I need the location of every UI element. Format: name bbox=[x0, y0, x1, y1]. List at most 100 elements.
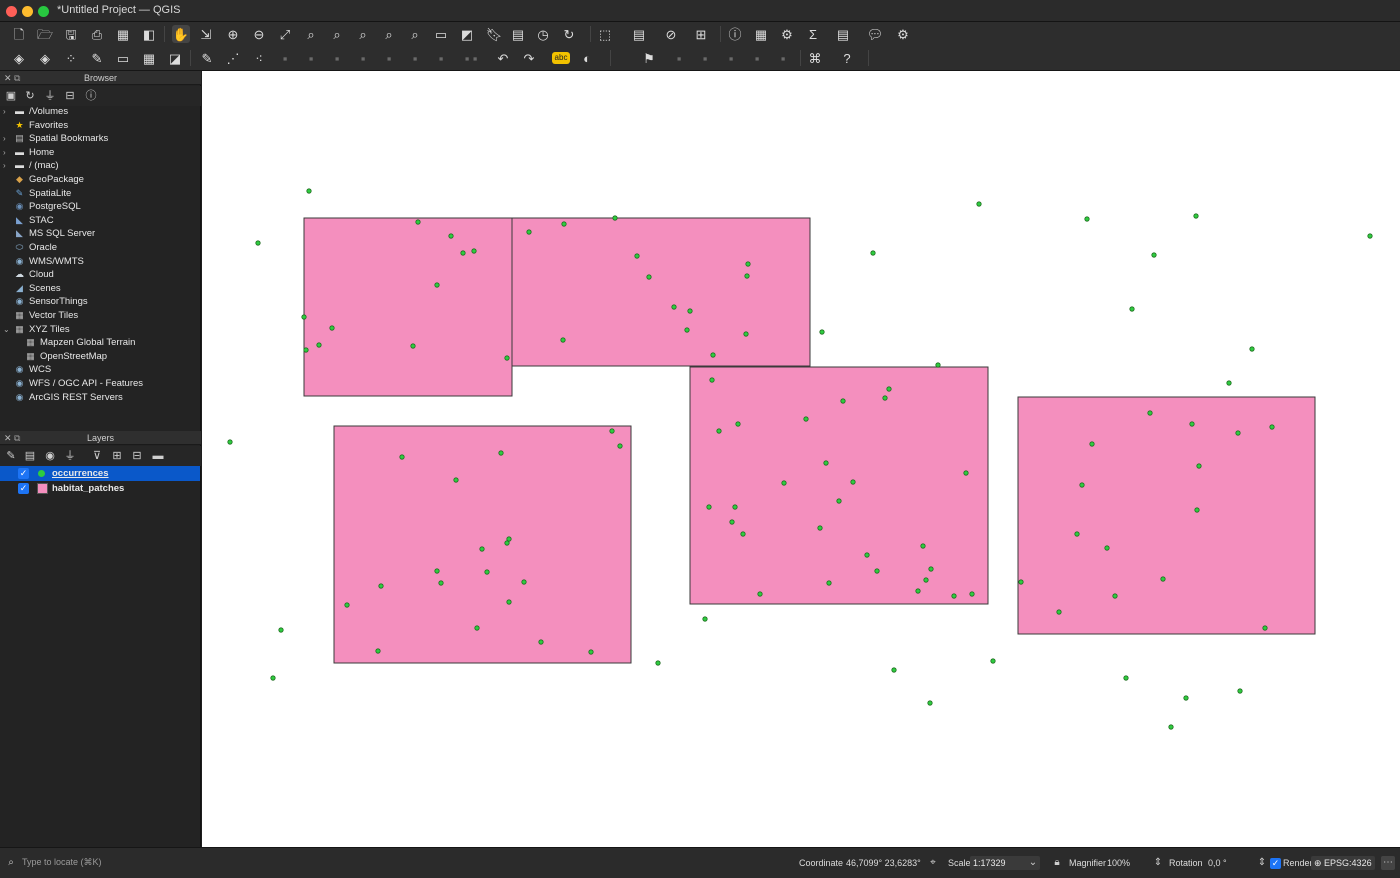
occurrence-point[interactable] bbox=[474, 625, 480, 631]
occurrence-point[interactable] bbox=[1183, 695, 1189, 701]
occurrence-point[interactable] bbox=[687, 308, 693, 314]
occurrence-point[interactable] bbox=[915, 588, 921, 594]
disabled-edit-tool-icon[interactable]: ▪ bbox=[380, 49, 398, 67]
occurrence-point[interactable] bbox=[399, 454, 405, 460]
lock-icon[interactable]: 🔒︎ bbox=[1050, 856, 1064, 870]
add-wms-icon[interactable]: ◪ bbox=[166, 49, 184, 67]
occurrence-point[interactable] bbox=[255, 240, 261, 246]
add-raster-icon[interactable]: ▦ bbox=[140, 49, 158, 67]
occurrence-point[interactable] bbox=[506, 599, 512, 605]
occurrence-point[interactable] bbox=[935, 362, 941, 368]
new-geopackage-layer-icon[interactable]: ◈ bbox=[36, 49, 54, 67]
habitat-patch-polygon[interactable] bbox=[303, 217, 513, 397]
occurrence-point[interactable] bbox=[1160, 576, 1166, 582]
occurrence-point[interactable] bbox=[521, 579, 527, 585]
identify-icon[interactable]: ⓘ bbox=[726, 25, 744, 43]
browser-item[interactable]: ◉ SensorThings bbox=[0, 295, 200, 309]
new-print-layout-icon[interactable]: ⎙ bbox=[88, 25, 106, 43]
occurrence-point[interactable] bbox=[270, 675, 276, 681]
occurrence-point[interactable] bbox=[803, 416, 809, 422]
occurrence-point[interactable] bbox=[1089, 441, 1095, 447]
occurrence-point[interactable] bbox=[870, 250, 876, 256]
occurrence-point[interactable] bbox=[1193, 213, 1199, 219]
browser-item[interactable]: ⌄ ▦ XYZ Tiles bbox=[0, 323, 200, 337]
disabled-edit-tool-icon[interactable]: ▪ bbox=[722, 49, 740, 67]
browser-item[interactable]: › ▬ /Volumes bbox=[0, 105, 200, 119]
browser-item[interactable]: ◣ STAC bbox=[0, 214, 200, 228]
occurrence-point[interactable] bbox=[874, 568, 880, 574]
rotation-value[interactable]: 0,0 ° bbox=[1208, 858, 1227, 868]
occurrence-point[interactable] bbox=[329, 325, 335, 331]
chevron-down-icon[interactable]: ⌄ bbox=[3, 323, 10, 337]
occurrence-point[interactable] bbox=[316, 342, 322, 348]
occurrence-point[interactable] bbox=[471, 248, 477, 254]
occurrence-point[interactable] bbox=[301, 314, 307, 320]
occurrence-point[interactable] bbox=[538, 639, 544, 645]
occurrence-point[interactable] bbox=[990, 658, 996, 664]
occurrence-point[interactable] bbox=[732, 504, 738, 510]
collapse-all-icon[interactable]: ⊟ bbox=[130, 449, 144, 463]
occurrence-point[interactable] bbox=[1147, 410, 1153, 416]
layout-manager-icon[interactable]: ▦ bbox=[114, 25, 132, 43]
zoom-out-icon[interactable]: ⊖ bbox=[250, 25, 268, 43]
add-group-icon[interactable]: ▤ bbox=[23, 449, 37, 463]
processing-toolbox-icon[interactable]: ⚙ bbox=[778, 25, 796, 43]
browser-item[interactable]: ◣ MS SQL Server bbox=[0, 227, 200, 241]
browser-item[interactable]: ◉ WMS/WMTS bbox=[0, 255, 200, 269]
select-by-value-icon[interactable]: ▤ bbox=[630, 25, 648, 43]
occurrence-point[interactable] bbox=[823, 460, 829, 466]
zoom-in-icon[interactable]: ⊕ bbox=[224, 25, 242, 43]
occurrence-point[interactable] bbox=[735, 421, 741, 427]
occurrence-point[interactable] bbox=[729, 519, 735, 525]
occurrence-point[interactable] bbox=[969, 591, 975, 597]
occurrence-point[interactable] bbox=[684, 327, 690, 333]
disabled-edit-tool-icon[interactable]: ▪ bbox=[328, 49, 346, 67]
occurrence-point[interactable] bbox=[671, 304, 677, 310]
stepper-icon[interactable]: ⇕ bbox=[1255, 856, 1269, 870]
layer-row[interactable]: ✓ habitat_patches bbox=[0, 481, 200, 496]
undo-icon[interactable]: ↶ bbox=[494, 49, 512, 67]
help-icon[interactable]: ? bbox=[838, 49, 856, 67]
browser-item[interactable]: ⬭ Oracle bbox=[0, 241, 200, 255]
new-map-view-icon[interactable]: ▭ bbox=[432, 25, 450, 43]
occurrence-point[interactable] bbox=[716, 428, 722, 434]
occurrence-point[interactable] bbox=[891, 667, 897, 673]
occurrence-point[interactable] bbox=[561, 221, 567, 227]
occurrence-point[interactable] bbox=[706, 504, 712, 510]
pan-icon[interactable]: ✋ bbox=[172, 25, 190, 43]
toggle-extent-icon[interactable]: ⌖ bbox=[926, 856, 940, 870]
occurrence-point[interactable] bbox=[710, 352, 716, 358]
redo-icon[interactable]: ↷ bbox=[520, 49, 538, 67]
properties-icon[interactable]: ⓘ bbox=[84, 89, 98, 103]
occurrence-point[interactable] bbox=[743, 331, 749, 337]
messages-icon[interactable]: ⋯ bbox=[1381, 856, 1395, 870]
occurrence-point[interactable] bbox=[836, 498, 842, 504]
occurrence-point[interactable] bbox=[1123, 675, 1129, 681]
coordinate-value[interactable]: 46,7099° 23,6283° bbox=[846, 858, 921, 868]
occurrence-point[interactable] bbox=[1194, 507, 1200, 513]
occurrence-point[interactable] bbox=[886, 386, 892, 392]
disabled-edit-tool-icon[interactable]: ▪ bbox=[276, 49, 294, 67]
digitize-icon[interactable]: ⁘ bbox=[62, 49, 80, 67]
occurrence-point[interactable] bbox=[227, 439, 233, 445]
occurrence-point[interactable] bbox=[504, 355, 510, 361]
occurrence-point[interactable] bbox=[882, 395, 888, 401]
crs-button[interactable]: ⊕ EPSG:4326 bbox=[1311, 856, 1375, 870]
occurrence-point[interactable] bbox=[410, 343, 416, 349]
occurrence-point[interactable] bbox=[709, 377, 715, 383]
zoom-full-icon[interactable]: ⤢ bbox=[276, 25, 294, 43]
data-source-manager-icon[interactable]: ◈ bbox=[10, 49, 28, 67]
browser-item[interactable]: ◆ GeoPackage bbox=[0, 173, 200, 187]
select-features-icon[interactable]: ⬚ bbox=[596, 25, 614, 43]
occurrence-point[interactable] bbox=[438, 580, 444, 586]
layer-visibility-checkbox[interactable]: ✓ bbox=[18, 468, 29, 479]
occurrence-point[interactable] bbox=[484, 569, 490, 575]
occurrence-point[interactable] bbox=[617, 443, 623, 449]
occurrence-point[interactable] bbox=[1249, 346, 1255, 352]
occurrence-point[interactable] bbox=[609, 428, 615, 434]
style-manager-icon[interactable]: ◧ bbox=[140, 25, 158, 43]
disabled-edit-tool-icon[interactable]: ▪ bbox=[406, 49, 424, 67]
filter-legend-icon[interactable]: ⏚ bbox=[63, 449, 77, 463]
magnifier-value[interactable]: 100% bbox=[1107, 858, 1130, 868]
collapse-all-icon[interactable]: ⊟ bbox=[63, 89, 77, 103]
